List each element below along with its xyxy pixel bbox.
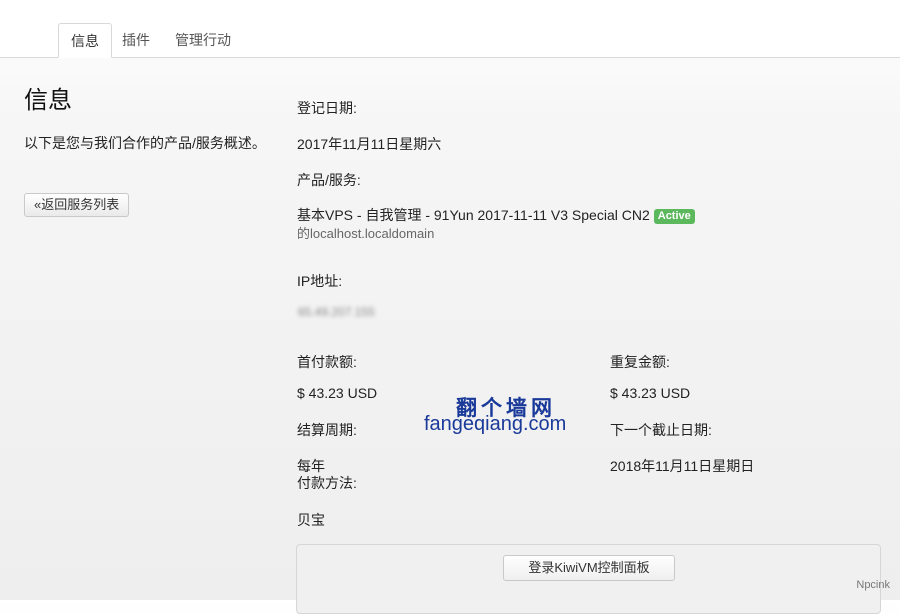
tab-info[interactable]: 信息 (58, 23, 112, 58)
payment-method-value: 贝宝 (297, 512, 325, 528)
ip-address-value: 65.49.207.155 (298, 305, 375, 319)
product-host: 的localhost.localdomain (297, 226, 435, 241)
tab-bar: 信息 插件 管理行动 (0, 0, 900, 58)
registration-date-label: 登记日期: (297, 100, 357, 116)
recurring-amount-value: $ 43.23 USD (610, 385, 691, 401)
product-value: 基本VPS - 自我管理 - 91Yun 2017-11-11 V3 Speci… (297, 207, 650, 223)
product-label: 产品/服务: (297, 172, 361, 188)
watermark-url: fangeqiang.com (424, 413, 567, 435)
back-to-services-button[interactable]: «返回服务列表 (24, 193, 130, 217)
ip-address-label: IP地址: (297, 273, 343, 289)
corner-watermark: Npcink (856, 579, 890, 591)
recurring-amount-label: 重复金额: (610, 354, 670, 370)
next-due-date-value: 2018年11月11日星期日 (610, 458, 755, 474)
product-line: 基本VPS - 自我管理 - 91Yun 2017-11-11 V3 Speci… (297, 205, 695, 225)
status-badge: Active (653, 209, 695, 224)
first-payment-value: $ 43.23 USD (297, 385, 378, 401)
tab-plugins[interactable]: 插件 (110, 23, 162, 57)
registration-date-value: 2017年11月11日星期六 (297, 136, 442, 152)
billing-cycle-label: 结算周期: (297, 422, 357, 438)
next-due-date-label: 下一个截止日期: (610, 422, 712, 438)
payment-method-label: 付款方法: (297, 475, 357, 491)
kiwivm-login-button[interactable]: 登录KiwiVM控制面板 (503, 555, 675, 581)
first-payment-label: 首付款额: (297, 354, 357, 370)
page-title: 信息 (24, 87, 72, 114)
tab-management-actions[interactable]: 管理行动 (163, 23, 243, 57)
page-description: 以下是您与我们合作的产品/服务概述。 (24, 135, 266, 151)
